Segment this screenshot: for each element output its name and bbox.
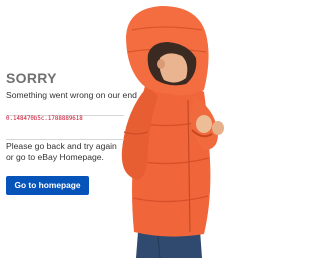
error-title: SORRY: [6, 70, 57, 86]
go-to-homepage-button[interactable]: Go to homepage: [6, 176, 89, 195]
divider: [6, 139, 124, 140]
error-code: 0.148470b5c.1788889618: [6, 116, 83, 122]
error-message-line-1: Please go back and try again: [6, 141, 117, 151]
error-content: SORRY Something went wrong on our end 0.…: [6, 0, 156, 258]
error-message-line-2: or go to eBay Homepage.: [6, 152, 104, 162]
error-message: Please go back and try again or go to eB…: [6, 141, 136, 163]
error-page: SORRY Something went wrong on our end 0.…: [0, 0, 284, 258]
error-subtitle: Something went wrong on our end: [6, 90, 137, 100]
